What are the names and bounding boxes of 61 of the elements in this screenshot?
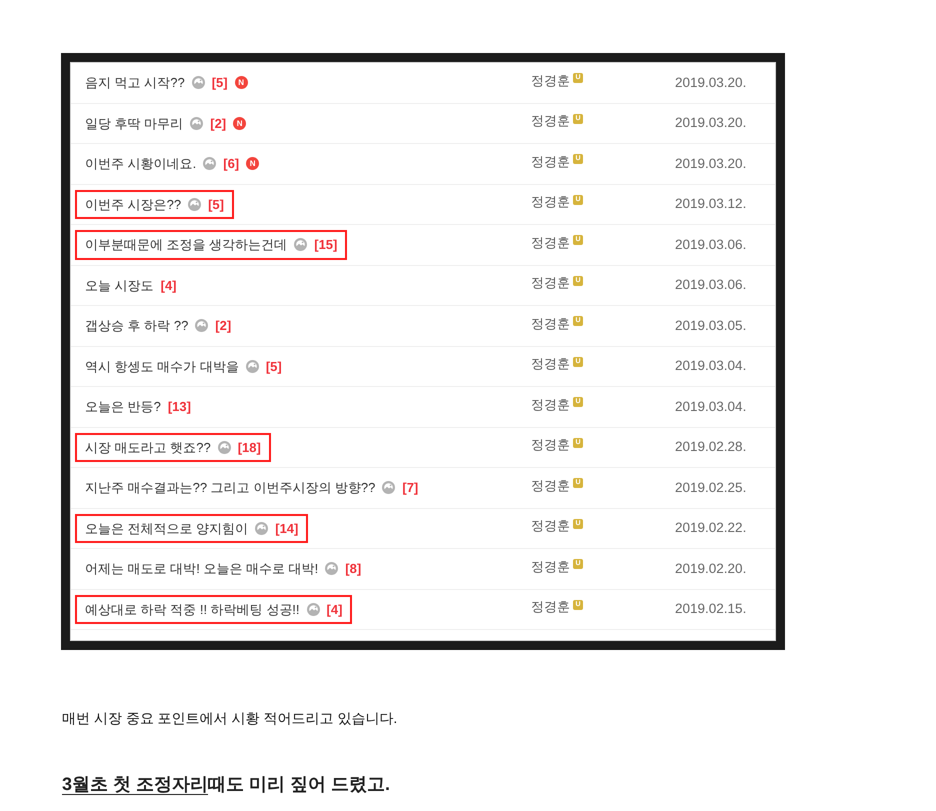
post-title-link[interactable]: 시장 매도라고 햇죠?? — [85, 438, 211, 457]
author-name[interactable]: 정경훈 — [531, 394, 570, 414]
comment-count[interactable]: [18] — [238, 438, 261, 457]
post-date: 2019.02.25. — [675, 480, 746, 495]
post-title-link[interactable]: 갭상승 후 하락 ?? — [85, 316, 188, 336]
author-name[interactable]: 정경훈 — [531, 192, 570, 212]
post-date: 2019.02.15. — [675, 601, 746, 616]
comment-count[interactable]: [8] — [345, 559, 362, 578]
comment-count[interactable]: [5] — [208, 194, 224, 214]
comment-count[interactable]: [2] — [215, 316, 232, 336]
post-date: 2019.02.22. — [675, 520, 746, 536]
post-title-link[interactable]: 음지 먹고 시작?? — [85, 73, 185, 92]
author-name[interactable]: 정경훈 — [531, 273, 570, 292]
author-name[interactable]: 정경훈 — [531, 314, 570, 333]
new-badge: N — [233, 116, 246, 130]
comment-count[interactable]: [7] — [402, 478, 418, 498]
author-name[interactable]: 정경훈 — [531, 435, 570, 454]
post-title-link[interactable]: 일당 후딱 마무리 — [85, 114, 184, 133]
comment-count[interactable]: [4] — [160, 276, 177, 295]
new-badge: N — [234, 76, 248, 90]
post-date: 2019.03.04. — [675, 398, 746, 414]
author-name[interactable]: 정경훈 — [531, 516, 570, 536]
body-paragraph: 매번 시장 중요 포인트에서 시황 적어드리고 있습니다. — [62, 709, 398, 728]
comment-count[interactable]: [5] — [266, 356, 282, 376]
author-name[interactable]: 정경훈 — [531, 556, 570, 576]
post-date: 2019.03.06. — [675, 236, 746, 252]
post-title-link[interactable]: 지난주 매수결과는?? 그리고 이번주시장의 방향?? — [85, 478, 376, 498]
comment-count[interactable]: [14] — [275, 518, 298, 538]
post-title-link[interactable]: 예상대로 하락 적중 !! 하락베팅 성공!! — [85, 600, 300, 619]
post-title-link[interactable]: 어제는 매도로 대박! 오늘은 매수로 대박! — [85, 559, 318, 578]
post-title-link[interactable]: 오늘은 전체적으로 양지힘이 — [85, 518, 248, 538]
comment-count[interactable]: [15] — [314, 235, 338, 254]
post-date: 2019.02.20. — [675, 560, 746, 576]
author-name[interactable]: 정경훈 — [531, 597, 570, 616]
post-date: 2019.03.20. — [675, 115, 746, 130]
post-date: 2019.02.28. — [675, 439, 746, 454]
author-name[interactable]: 정경훈 — [531, 70, 570, 90]
post-title-link[interactable]: 오늘 시장도 — [85, 276, 154, 295]
post-date: 2019.03.04. — [675, 358, 746, 374]
author-name[interactable]: 정경훈 — [531, 152, 570, 171]
comment-count[interactable]: [5] — [212, 73, 228, 92]
post-date: 2019.03.05. — [675, 318, 746, 333]
comment-count[interactable]: [13] — [168, 397, 191, 416]
comment-count[interactable]: [6] — [223, 154, 240, 174]
post-date: 2019.03.06. — [675, 277, 746, 292]
post-date: 2019.03.20. — [675, 74, 746, 90]
post-title-link[interactable]: 이번주 시장은?? — [85, 194, 182, 214]
author-name[interactable]: 정경훈 — [531, 476, 570, 495]
post-title-link[interactable]: 역시 항셍도 매수가 대박을 — [85, 356, 239, 376]
author-name[interactable]: 정경훈 — [531, 111, 570, 130]
post-title-link[interactable]: 이번주 시황이네요. — [85, 154, 196, 174]
post-title-link[interactable]: 오늘은 반등? — [85, 397, 161, 416]
body-heading: 3월초 첫 조정자리때도 미리 짚어 드렸고. — [62, 773, 390, 796]
post-title-link[interactable]: 이부분때문에 조정을 생각하는건데 — [85, 235, 288, 254]
new-badge: N — [246, 157, 260, 170]
post-date: 2019.03.20. — [675, 156, 746, 171]
author-name[interactable]: 정경훈 — [531, 354, 570, 374]
comment-count[interactable]: [4] — [326, 600, 342, 619]
comment-count[interactable]: [2] — [210, 114, 226, 133]
author-name[interactable]: 정경훈 — [531, 232, 570, 252]
post-date: 2019.03.12. — [675, 196, 746, 212]
